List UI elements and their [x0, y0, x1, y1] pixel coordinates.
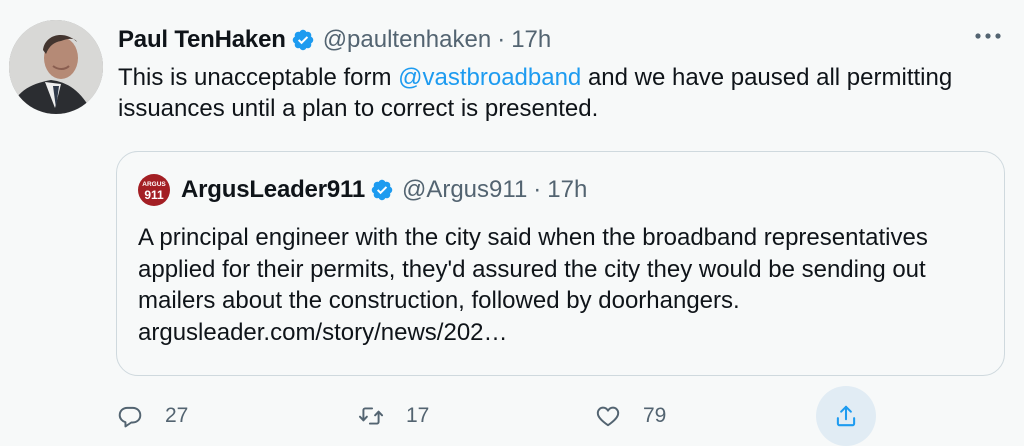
quoted-tweet-header: ARGUS 911 ArgusLeader911 @Argus911 · 17h [138, 174, 587, 206]
reply-button[interactable]: 27 [117, 399, 188, 433]
quoted-tweet[interactable]: ARGUS 911 ArgusLeader911 @Argus911 · 17h… [116, 151, 1005, 376]
article-link[interactable]: argusleader.com/story/news/202… [138, 319, 508, 346]
more-icon[interactable] [974, 24, 1002, 48]
tweet-header: Paul TenHaken @paultenhaken · 17h [118, 24, 551, 56]
like-icon [596, 406, 620, 427]
quoted-author-avatar[interactable]: ARGUS 911 [138, 174, 170, 206]
tweet-text-start: This is unacceptable form [118, 64, 399, 91]
tweet-actions: 27 17 79 [0, 386, 1024, 446]
avatar-text-bottom: 911 [144, 188, 164, 202]
reply-icon [118, 406, 142, 428]
quoted-tweet-time[interactable]: 17h [547, 176, 587, 204]
retweet-button[interactable]: 17 [358, 399, 429, 433]
like-button[interactable]: 79 [595, 399, 666, 433]
quoted-tweet-text: A principal engineer with the city said … [138, 222, 998, 348]
reply-count: 27 [165, 404, 189, 427]
verified-icon [371, 179, 393, 201]
verified-icon [292, 29, 313, 51]
mention-link[interactable]: @vastbroadband [398, 64, 581, 91]
tweet-text: This is unacceptable form @vastbroadband… [118, 62, 978, 124]
retweet-count: 17 [406, 404, 430, 427]
separator: · [533, 176, 542, 203]
quoted-tweet-body: A principal engineer with the city said … [138, 224, 928, 314]
share-icon [836, 405, 856, 427]
quoted-author-name[interactable]: ArgusLeader911 [181, 176, 365, 204]
quoted-author-handle[interactable]: @Argus911 [402, 176, 527, 204]
avatar-text-top: ARGUS [142, 181, 166, 188]
author-photo [9, 20, 103, 114]
separator: · [497, 26, 506, 53]
retweet-icon [358, 407, 384, 425]
like-count: 79 [643, 404, 667, 427]
author-handle[interactable]: @paultenhaken [323, 26, 492, 54]
tweet-time[interactable]: 17h [511, 26, 551, 54]
author-name[interactable]: Paul TenHaken [118, 26, 286, 54]
share-button[interactable] [816, 386, 876, 446]
author-avatar[interactable] [9, 20, 103, 114]
